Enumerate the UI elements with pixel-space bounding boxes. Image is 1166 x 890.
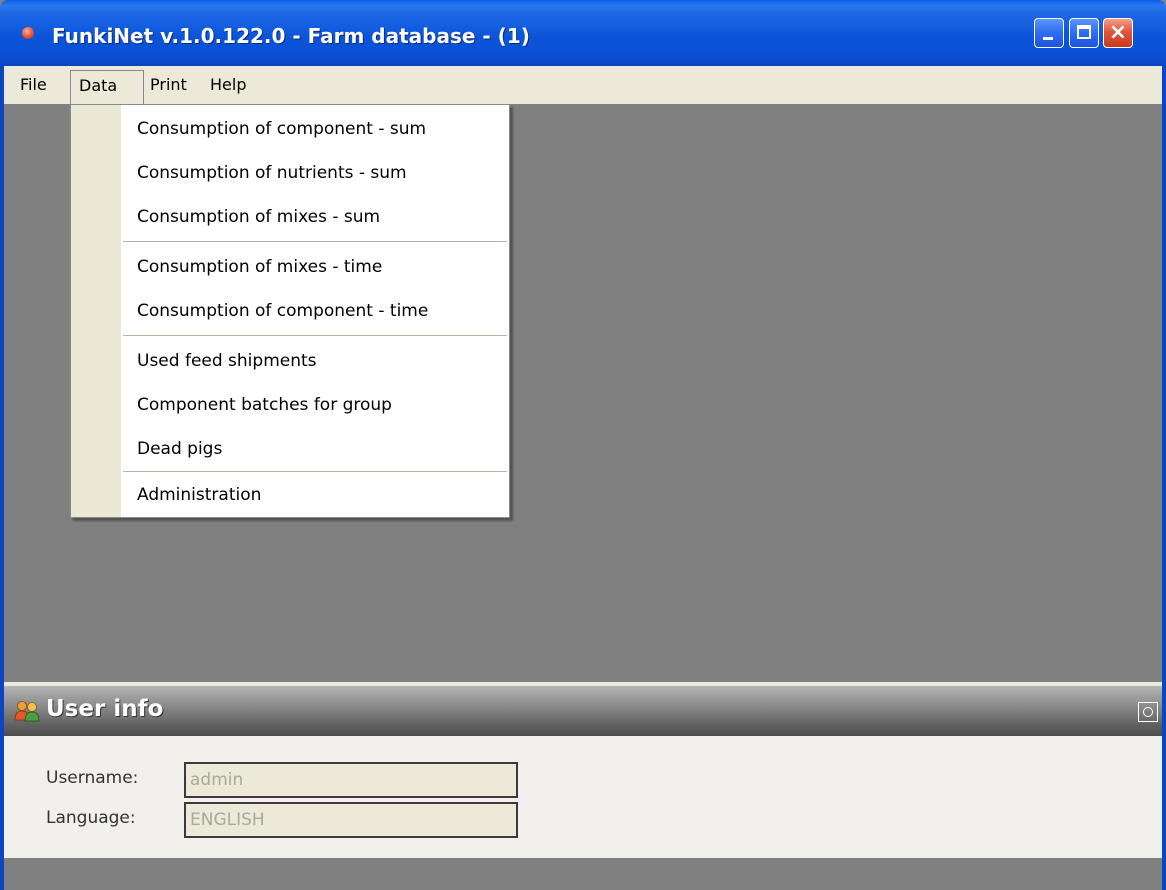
username-label: Username: xyxy=(46,768,139,788)
language-label: Language: xyxy=(46,808,136,828)
pin-icon xyxy=(1143,707,1153,717)
close-icon: × xyxy=(1108,20,1128,45)
minimize-icon xyxy=(1043,37,1053,40)
menu-icon-gutter xyxy=(71,105,121,517)
menu-print[interactable]: Print xyxy=(142,72,195,98)
window-frame-right xyxy=(1162,66,1166,890)
menu-separator xyxy=(123,471,507,472)
bottom-workspace-strip xyxy=(4,858,1162,890)
panel-pin-button[interactable] xyxy=(1138,702,1158,722)
minimize-button[interactable] xyxy=(1034,18,1064,48)
menu-item-consumption-nutrients-sum[interactable]: Consumption of nutrients - sum xyxy=(121,153,509,193)
title-bar[interactable]: FunkiNet v.1.0.122.0 - Farm database - (… xyxy=(0,0,1166,66)
maximize-button[interactable] xyxy=(1069,18,1099,48)
menu-item-used-feed-shipments[interactable]: Used feed shipments xyxy=(121,341,509,381)
menu-item-consumption-mixes-time[interactable]: Consumption of mixes - time xyxy=(121,247,509,287)
menu-item-consumption-component-sum[interactable]: Consumption of component - sum xyxy=(121,109,509,149)
menu-item-consumption-mixes-sum[interactable]: Consumption of mixes - sum xyxy=(121,197,509,237)
close-button[interactable]: × xyxy=(1103,18,1133,48)
menu-bar: File Data Print Help xyxy=(4,66,1162,104)
user-info-panel: Username: admin Language: ENGLISH xyxy=(4,736,1162,858)
app-icon xyxy=(22,27,34,39)
menu-data[interactable]: Data xyxy=(70,70,144,104)
username-field: admin xyxy=(184,762,518,798)
menu-item-dead-pigs[interactable]: Dead pigs xyxy=(121,429,509,469)
menu-help[interactable]: Help xyxy=(202,72,254,98)
menu-separator xyxy=(123,335,507,336)
menu-item-component-batches-for-group[interactable]: Component batches for group xyxy=(121,385,509,425)
language-field: ENGLISH xyxy=(184,802,518,838)
menu-separator xyxy=(123,241,507,242)
window-title: FunkiNet v.1.0.122.0 - Farm database - (… xyxy=(52,24,530,48)
menu-item-consumption-component-time[interactable]: Consumption of component - time xyxy=(121,291,509,331)
menu-file[interactable]: File xyxy=(12,72,55,98)
user-info-header: User info xyxy=(4,686,1162,736)
menu-item-administration[interactable]: Administration xyxy=(121,475,509,515)
user-info-title: User info xyxy=(46,696,164,722)
maximize-icon xyxy=(1077,25,1091,39)
data-menu-dropdown: Consumption of component - sum Consumpti… xyxy=(70,104,510,518)
users-icon xyxy=(14,701,40,722)
app-window: FunkiNet v.1.0.122.0 - Farm database - (… xyxy=(0,0,1166,890)
